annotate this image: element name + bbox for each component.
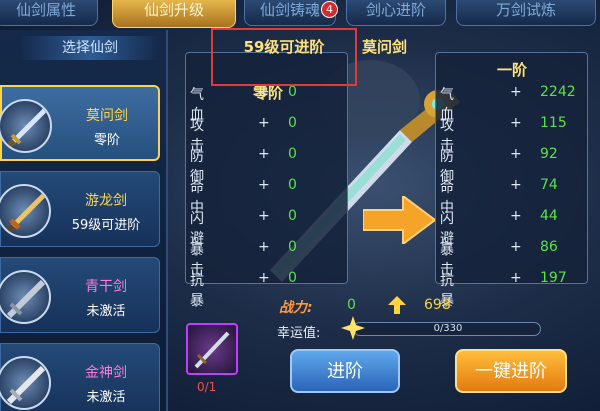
sword-icon	[0, 184, 51, 238]
sword-item-4[interactable]: 金神剑 未激活	[0, 343, 160, 411]
tab-heart-advance[interactable]: 剑心进阶	[346, 0, 446, 26]
stat-plus: +	[510, 239, 522, 255]
one-key-advance-button[interactable]: 一键进阶	[455, 349, 567, 393]
material-sword-icon	[194, 331, 230, 369]
material-count: 0/1	[197, 380, 217, 394]
stat-value: 0	[288, 239, 297, 255]
power-label: 战力:	[279, 300, 313, 316]
stat-plus: +	[510, 115, 522, 131]
stat-plus: +	[510, 270, 522, 286]
stat-plus: +	[258, 146, 270, 162]
power-next: 698	[424, 297, 451, 313]
sword-name: 莫问剑	[86, 108, 128, 124]
stat-plus: +	[258, 115, 270, 131]
sparkle-icon	[341, 316, 365, 340]
stat-value: 0	[288, 115, 297, 131]
stat-plus: +	[510, 177, 522, 193]
game-screen: 仙剑属性 仙剑升级 仙剑铸魂 剑心进阶 万剑试炼 4 选择仙剑 莫问剑 零阶 游…	[0, 0, 600, 411]
sword-item-2[interactable]: 游龙剑 59级可进阶	[0, 171, 160, 247]
sword-icon	[0, 356, 51, 410]
advance-arrow-icon	[363, 196, 435, 244]
stat-plus: +	[258, 177, 270, 193]
sword-item-3[interactable]: 青干剑 未激活	[0, 257, 160, 333]
sword-name: 金神剑	[85, 365, 127, 381]
requirement-highlight: 59级可进阶	[211, 28, 357, 86]
stat-plus: +	[510, 84, 522, 100]
stat-value: 86	[540, 239, 558, 255]
notification-badge: 4	[321, 1, 338, 18]
sword-name: 游龙剑	[85, 193, 127, 209]
stat-value: 44	[540, 208, 558, 224]
stat-value: 0	[288, 177, 297, 193]
stat-value: 0	[288, 84, 297, 100]
stat-plus: +	[258, 270, 270, 286]
sword-icon	[0, 270, 51, 324]
stat-value: 197	[540, 270, 567, 286]
stat-value: 74	[540, 177, 558, 193]
stat-value: 0	[288, 208, 297, 224]
increase-arrow-icon	[388, 296, 406, 314]
tab-sword-upgrade[interactable]: 仙剑升级	[112, 0, 236, 28]
stat-plus: +	[258, 239, 270, 255]
next-stage: 一阶	[496, 61, 527, 79]
stat-value: 2242	[540, 84, 576, 100]
luck-label: 幸运值:	[277, 326, 321, 341]
current-stats-panel: 零阶 气血 +0 攻击 +0 防御 +0 命中 +0 闪避 +0 暴击 +0 抗暴 +0	[185, 52, 348, 309]
luck-progress-text: 0/330	[433, 323, 463, 334]
next-stats-panel: 一阶 气血 +2242 攻击 +115 防御 +92 命中 +74 闪避 +44 暴击 +86 抗暴 +1…	[435, 52, 588, 309]
advance-requirement: 59级可进阶	[243, 38, 325, 56]
luck-progress-bar: 0/330	[353, 322, 541, 336]
tab-bar: 仙剑属性 仙剑升级 仙剑铸魂 剑心进阶 万剑试炼 4	[0, 0, 600, 30]
power-current: 0	[347, 297, 356, 313]
material-slot[interactable]	[186, 323, 238, 375]
sword-status: 零阶	[93, 133, 120, 148]
sword-icon	[0, 99, 52, 153]
stat-plus: +	[510, 146, 522, 162]
select-sword-title: 选择仙剑	[20, 36, 160, 60]
sword-item-1[interactable]: 莫问剑 零阶	[0, 85, 160, 161]
sword-status: 未激活	[86, 304, 126, 319]
sword-name: 青干剑	[85, 279, 127, 295]
selected-sword-name: 莫问剑	[362, 38, 408, 56]
tab-sword-attributes[interactable]: 仙剑属性	[0, 0, 98, 26]
stat-plus: +	[510, 208, 522, 224]
stat-value: 115	[540, 115, 567, 131]
stat-label: 抗暴	[190, 273, 204, 309]
stat-value: 92	[540, 146, 558, 162]
advance-button[interactable]: 进阶	[290, 349, 400, 393]
sword-status: 未激活	[86, 390, 126, 405]
stat-value: 0	[288, 270, 297, 286]
stat-plus: +	[258, 208, 270, 224]
stat-plus: +	[258, 84, 270, 100]
sword-status: 59级可进阶	[71, 218, 141, 233]
stat-value: 0	[288, 146, 297, 162]
tab-trial[interactable]: 万剑试炼	[456, 0, 596, 26]
